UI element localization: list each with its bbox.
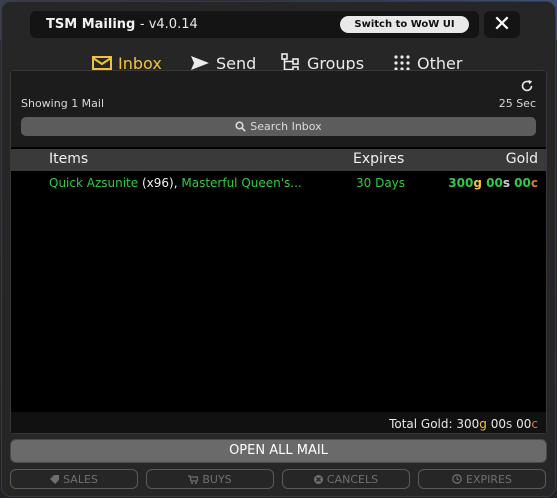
- total-silver-amount: 00: [490, 417, 507, 431]
- search-placeholder: Search Inbox: [250, 120, 322, 133]
- silver-amount: 00: [486, 176, 503, 190]
- table-row[interactable]: Quick Azsunite (x96), Masterful Queen's.…: [11, 173, 546, 193]
- sales-label: SALES: [63, 472, 98, 486]
- refresh-timer: 25 Sec: [498, 97, 536, 110]
- switch-to-wow-ui-button[interactable]: Switch to WoW UI: [340, 16, 469, 33]
- filter-buttons: SALES BUYS CANCELS EXPIRES: [10, 469, 547, 491]
- item-name: Masterful Queen's...: [181, 176, 302, 190]
- cancels-label: CANCELS: [326, 472, 379, 486]
- close-icon: ✕: [492, 12, 512, 37]
- gold-amount: 300: [448, 176, 474, 190]
- window-title: TSM Mailing - v4.0.14: [46, 17, 198, 32]
- title-bar[interactable]: TSM Mailing - v4.0.14 Switch to WoW UI ✕: [2, 2, 555, 44]
- close-button[interactable]: ✕: [484, 11, 520, 38]
- mail-count-text: Showing 1 Mail: [21, 97, 105, 110]
- search-icon: [235, 121, 247, 132]
- total-copper-amount: 00: [516, 417, 532, 431]
- inbox-header: Showing 1 Mail 25 Sec Search Inbox: [11, 71, 546, 147]
- expires-button[interactable]: EXPIRES: [418, 469, 546, 489]
- total-gold: Total Gold: 300g 00s 00c: [389, 417, 538, 431]
- expires-cell: 30 Days: [356, 176, 406, 190]
- cancel-icon: [313, 474, 323, 484]
- table-header: Items Expires Gold: [11, 149, 546, 171]
- gold-cell: 300g 00s 00c: [448, 176, 538, 190]
- item-quantity: (x96): [141, 176, 174, 190]
- total-gold-label: Total Gold:: [389, 417, 453, 431]
- column-gold[interactable]: Gold: [506, 151, 538, 167]
- open-all-mail-button[interactable]: OPEN ALL MAIL: [10, 439, 547, 463]
- inbox-panel: Showing 1 Mail 25 Sec Search Inbox Items…: [10, 70, 547, 434]
- item-name: Quick Azsunite: [49, 176, 139, 190]
- gold-unit: g: [473, 176, 482, 190]
- copper-amount: 00: [514, 176, 531, 190]
- expires-label: EXPIRES: [466, 472, 512, 486]
- column-expires[interactable]: Expires: [353, 151, 404, 167]
- cart-icon: [188, 474, 199, 484]
- envelope-icon: [92, 56, 112, 70]
- copper-unit: c: [530, 176, 538, 190]
- refresh-icon[interactable]: [520, 79, 534, 93]
- app-version: - v4.0.14: [139, 17, 198, 32]
- clock-icon: [452, 474, 462, 484]
- silver-unit: s: [506, 417, 513, 431]
- buys-label: BUYS: [202, 472, 232, 486]
- sales-button[interactable]: SALES: [10, 469, 138, 489]
- silver-unit: s: [502, 176, 510, 190]
- search-inbox-input[interactable]: Search Inbox: [21, 117, 536, 136]
- cancels-button[interactable]: CANCELS: [282, 469, 410, 489]
- copper-unit: c: [531, 417, 538, 431]
- column-items[interactable]: Items: [49, 151, 88, 167]
- title-pill: TSM Mailing - v4.0.14 Switch to WoW UI: [30, 11, 479, 38]
- items-cell: Quick Azsunite (x96), Masterful Queen's.…: [49, 176, 302, 190]
- send-icon: [191, 56, 209, 70]
- buys-button[interactable]: BUYS: [146, 469, 274, 489]
- app-name: TSM Mailing: [46, 17, 136, 32]
- total-gold-bar: Total Gold: 300g 00s 00c: [11, 412, 546, 433]
- tag-icon: [50, 474, 60, 484]
- tsm-mailing-window: TSM Mailing - v4.0.14 Switch to WoW UI ✕…: [1, 1, 556, 497]
- gold-unit: g: [479, 417, 487, 431]
- item-separator: ,: [173, 176, 178, 190]
- total-gold-amount: 300: [456, 417, 480, 431]
